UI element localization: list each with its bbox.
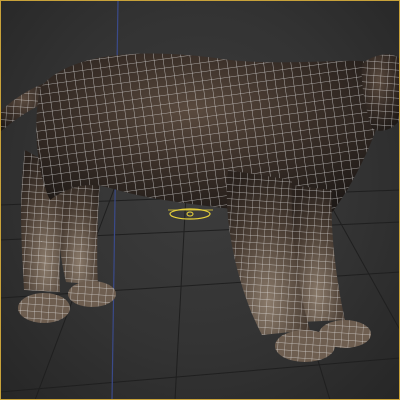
- perspective-viewport[interactable]: [0, 0, 400, 400]
- jaguar-wireframe-model[interactable]: [0, 53, 400, 362]
- pivot-gizmo-icon[interactable]: [168, 208, 213, 220]
- viewport-scene[interactable]: [0, 0, 400, 400]
